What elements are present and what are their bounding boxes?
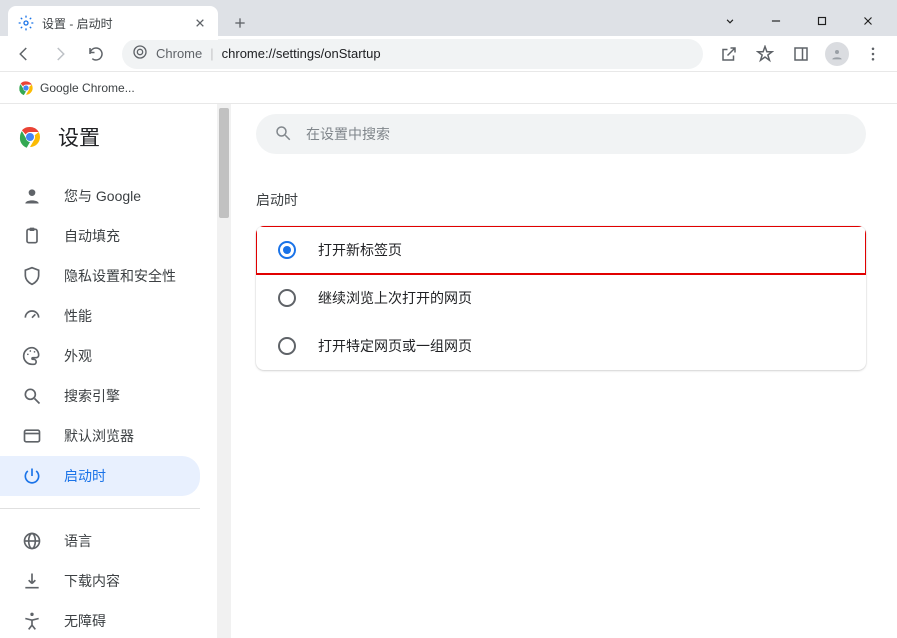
option-label: 打开特定网页或一组网页 <box>318 336 472 356</box>
bookmark-label: Google Chrome... <box>40 81 135 95</box>
window-minimize-button[interactable] <box>753 6 799 36</box>
sidebar-item-label: 自动填充 <box>64 226 120 246</box>
sidebar-item-you-and-google[interactable]: 您与 Google <box>0 176 200 216</box>
browser-icon <box>22 426 42 446</box>
settings-gear-icon <box>18 15 34 31</box>
profile-button[interactable] <box>821 38 853 70</box>
reload-button[interactable] <box>80 38 112 70</box>
side-panel-button[interactable] <box>785 38 817 70</box>
section-heading: 启动时 <box>256 190 866 210</box>
tab-close-button[interactable] <box>192 15 208 31</box>
sidebar-item-on-startup[interactable]: 启动时 <box>0 456 200 496</box>
option-label: 继续浏览上次打开的网页 <box>318 288 472 308</box>
speedometer-icon <box>22 306 42 326</box>
address-bar[interactable]: Chrome | chrome://settings/onStartup <box>122 39 703 69</box>
chrome-favicon-icon <box>18 80 34 96</box>
sidebar-item-label: 您与 Google <box>64 186 141 206</box>
sidebar-item-downloads[interactable]: 下载内容 <box>0 561 200 601</box>
option-open-specific-pages[interactable]: 打开特定网页或一组网页 <box>256 322 866 370</box>
back-button[interactable] <box>8 38 40 70</box>
sidebar-item-search-engine[interactable]: 搜索引擎 <box>0 376 200 416</box>
sidebar-item-label: 性能 <box>64 306 92 326</box>
power-icon <box>22 466 42 486</box>
bookmark-item[interactable]: Google Chrome... <box>12 76 141 100</box>
search-icon <box>22 386 42 406</box>
option-continue-where-left-off[interactable]: 继续浏览上次打开的网页 <box>256 274 866 322</box>
window-maximize-button[interactable] <box>799 6 845 36</box>
radio-checked-icon <box>278 241 296 259</box>
sidebar: 设置 您与 Google 自动填充 隐私设置和安全性 性能 外观 <box>0 104 217 638</box>
sidebar-item-default-browser[interactable]: 默认浏览器 <box>0 416 200 456</box>
page-title: 设置 <box>58 122 100 152</box>
new-tab-button[interactable] <box>226 9 254 37</box>
accessibility-icon <box>22 611 42 631</box>
sidebar-item-label: 下载内容 <box>64 571 120 591</box>
menu-button[interactable] <box>857 38 889 70</box>
sidebar-item-accessibility[interactable]: 无障碍 <box>0 601 200 638</box>
forward-button[interactable] <box>44 38 76 70</box>
palette-icon <box>22 346 42 366</box>
sidebar-item-appearance[interactable]: 外观 <box>0 336 200 376</box>
sidebar-item-performance[interactable]: 性能 <box>0 296 200 336</box>
settings-search[interactable] <box>256 114 866 154</box>
scrollbar[interactable] <box>217 104 231 638</box>
option-open-new-tab[interactable]: 打开新标签页 <box>256 226 866 274</box>
bookmark-star-button[interactable] <box>749 38 781 70</box>
sidebar-item-languages[interactable]: 语言 <box>0 521 200 561</box>
option-label: 打开新标签页 <box>318 240 402 260</box>
shield-icon <box>22 266 42 286</box>
app-header: 设置 <box>0 118 217 166</box>
window-close-button[interactable] <box>845 6 891 36</box>
share-button[interactable] <box>713 38 745 70</box>
settings-search-input[interactable] <box>306 126 848 142</box>
sidebar-item-label: 默认浏览器 <box>64 426 134 446</box>
search-icon <box>274 124 292 145</box>
sidebar-item-label: 外观 <box>64 346 92 366</box>
sidebar-item-label: 搜索引擎 <box>64 386 120 406</box>
person-icon <box>22 186 42 206</box>
radio-unchecked-icon <box>278 337 296 355</box>
address-url: chrome://settings/onStartup <box>222 46 381 61</box>
download-icon <box>22 571 42 591</box>
divider <box>0 508 200 509</box>
sidebar-item-privacy[interactable]: 隐私设置和安全性 <box>0 256 200 296</box>
main-content: 启动时 打开新标签页 继续浏览上次打开的网页 打开特定网页或一组网页 <box>231 104 897 638</box>
sidebar-item-label: 启动时 <box>64 466 106 486</box>
sidebar-item-label: 无障碍 <box>64 611 106 631</box>
browser-tab[interactable]: 设置 - 启动时 <box>8 6 218 40</box>
sidebar-item-label: 隐私设置和安全性 <box>64 266 176 286</box>
sidebar-item-label: 语言 <box>64 531 92 551</box>
radio-unchecked-icon <box>278 289 296 307</box>
globe-icon <box>22 531 42 551</box>
chrome-logo-icon <box>18 125 42 149</box>
scrollbar-thumb[interactable] <box>219 108 229 218</box>
address-separator: | <box>210 46 213 61</box>
window-chevron-icon[interactable] <box>707 6 753 36</box>
clipboard-icon <box>22 226 42 246</box>
startup-options-card: 打开新标签页 继续浏览上次打开的网页 打开特定网页或一组网页 <box>256 226 866 370</box>
sidebar-item-autofill[interactable]: 自动填充 <box>0 216 200 256</box>
address-prefix: Chrome <box>156 46 202 61</box>
chrome-icon <box>132 44 148 63</box>
tab-title: 设置 - 启动时 <box>42 15 184 32</box>
